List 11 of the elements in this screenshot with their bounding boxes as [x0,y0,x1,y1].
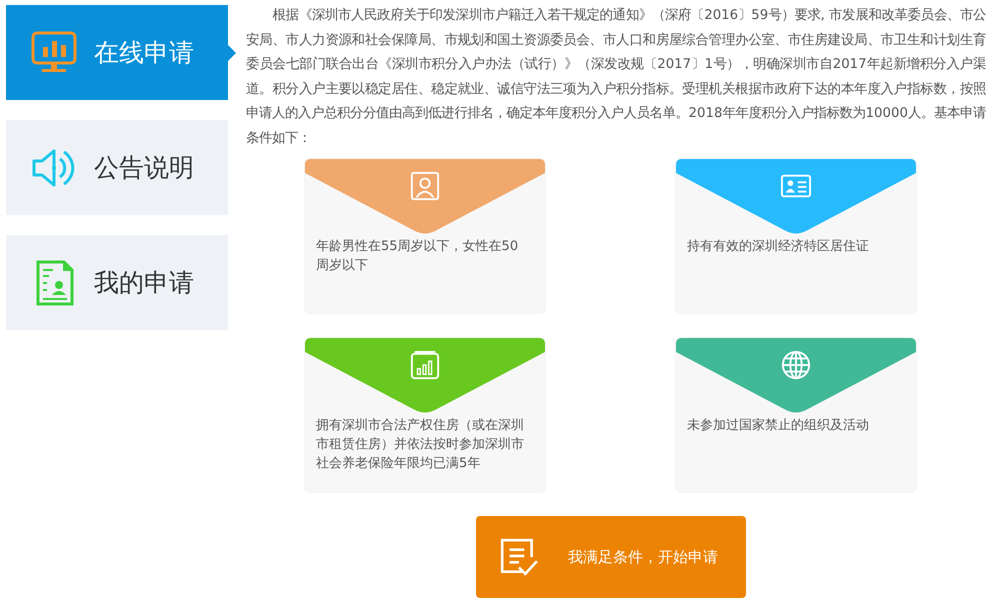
condition-text: 年龄男性在55周岁以下，女性在50周岁以下 [316,238,520,275]
sidebar-item[interactable]: 公告说明 [6,120,228,215]
globe-icon [781,350,811,380]
person-portrait-icon [410,171,440,201]
condition-text: 持有有效的深圳经济特区居住证 [687,238,870,256]
bar-chart-icon [410,350,440,380]
condition-text: 拥有深圳市合法产权住房（或在深圳市租赁住房）并依法按时参加深圳市社会养老保险年限均已满5年 [316,417,525,473]
checklist-icon [498,536,540,578]
sidebar-item[interactable]: 我的申请 [6,235,228,330]
intro-paragraph: 根据《深圳市人民政府关于印发深圳市户籍迁入若干规定的通知》（深府〔2016〕59号）要求, 市发展和改革委员会、市公安局、市人力资源和社会保障局、市规划和国土资源委员会、市人口和房屋综合管理办公室、市住房建设局、市卫生和计划生育委员会七部门联合出台《深圳市积分入户办法（试行）》（深发改规〔2017〕1号），明确深圳市自2017年起新增积分入户渠道。积分入户主要以稳定居住、稳定就业、诚信守法三项为入户积分指标。受理机关根据市政府下达的本年度入户指标数，按照申请人的入户总积分分值由高到低进行排名，确定本年度积分入户人员名单。2018年年度积分入户指标数为10000人。基本申请条件如下： [246,6,986,148]
condition-text: 未参加过国家禁止的组织及活动 [687,417,870,435]
